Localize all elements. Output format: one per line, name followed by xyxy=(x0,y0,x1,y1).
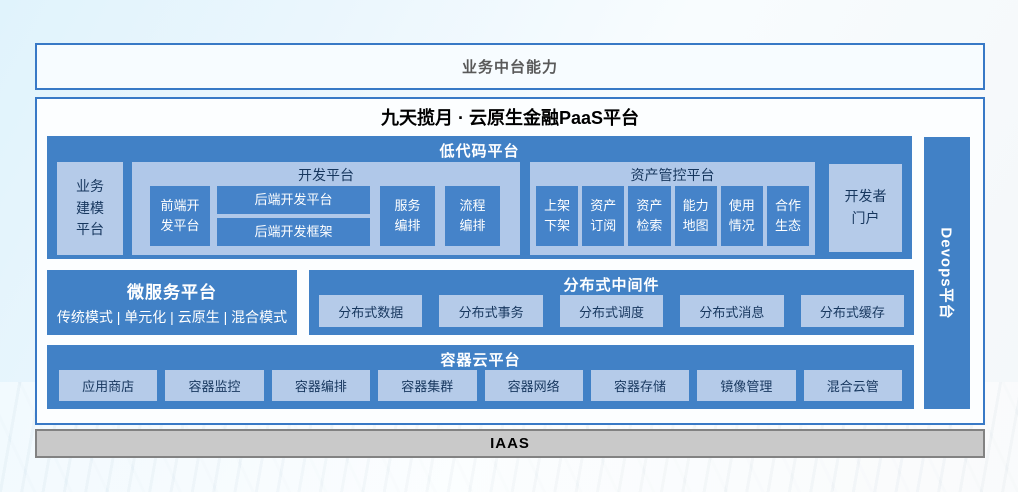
container-item-monitor: 容器监控 xyxy=(165,370,263,401)
devops-platform-bar: Devops平台 xyxy=(924,137,970,409)
middleware-item-scheduling: 分布式调度 xyxy=(560,295,663,327)
backend-framework-box: 后端开发框架 xyxy=(217,218,370,246)
service-orchestration-box: 服务 编排 xyxy=(380,186,435,246)
lowcode-platform-section: 低代码平台 业务 建模 平台 开发平台 前端开 发平台 后端开发平台 后端开发框… xyxy=(47,136,912,259)
asset-item-search: 资产 检索 xyxy=(628,186,670,246)
microservice-platform-section: 微服务平台 传统模式 | 单元化 | 云原生 | 混合模式 xyxy=(47,270,297,335)
developer-portal-box: 开发者 门户 xyxy=(829,164,902,252)
backend-platform-box: 后端开发平台 xyxy=(217,186,370,214)
asset-item-capability-map: 能力 地图 xyxy=(675,186,717,246)
container-item-storage: 容器存储 xyxy=(591,370,689,401)
asset-item-shelf: 上架 下架 xyxy=(536,186,578,246)
container-cloud-items: 应用商店 容器监控 容器编排 容器集群 容器网络 容器存储 镜像管理 混合云管 xyxy=(47,370,914,401)
container-cloud-title: 容器云平台 xyxy=(47,345,914,367)
asset-control-items: 上架 下架 资产 订阅 资产 检索 能力 地图 使用 情况 合作 生态 xyxy=(530,186,815,246)
container-item-network: 容器网络 xyxy=(485,370,583,401)
dev-platform-title: 开发平台 xyxy=(132,162,520,186)
business-midplatform-banner: 业务中台能力 xyxy=(35,43,985,90)
container-item-appstore: 应用商店 xyxy=(59,370,157,401)
container-item-cluster: 容器集群 xyxy=(378,370,476,401)
distributed-middleware-title: 分布式中间件 xyxy=(309,270,914,292)
devops-platform-label: Devops平台 xyxy=(937,227,958,319)
microservice-modes-label: 传统模式 | 单元化 | 云原生 | 混合模式 xyxy=(47,303,297,327)
paas-platform-container: 九天揽月 · 云原生金融PaaS平台 低代码平台 业务 建模 平台 开发平台 前… xyxy=(35,97,985,425)
iaas-label: IAAS xyxy=(490,435,530,452)
distributed-middleware-items: 分布式数据 分布式事务 分布式调度 分布式消息 分布式缓存 xyxy=(309,295,914,327)
frontend-dev-box: 前端开 发平台 xyxy=(150,186,210,246)
middleware-item-data: 分布式数据 xyxy=(319,295,422,327)
lowcode-platform-row: 业务 建模 平台 开发平台 前端开 发平台 后端开发平台 后端开发框架 服务 编… xyxy=(47,162,912,259)
business-midplatform-label: 业务中台能力 xyxy=(462,56,558,77)
asset-item-subscribe: 资产 订阅 xyxy=(582,186,624,246)
microservice-platform-title: 微服务平台 xyxy=(47,270,297,303)
distributed-middleware-section: 分布式中间件 分布式数据 分布式事务 分布式调度 分布式消息 分布式缓存 xyxy=(309,270,914,335)
container-cloud-section: 容器云平台 应用商店 容器监控 容器编排 容器集群 容器网络 容器存储 镜像管理… xyxy=(47,345,914,409)
middleware-item-transaction: 分布式事务 xyxy=(439,295,542,327)
business-modeling-box: 业务 建模 平台 xyxy=(57,162,123,255)
process-orchestration-box: 流程 编排 xyxy=(445,186,500,246)
iaas-bar: IAAS xyxy=(35,429,985,458)
container-item-image: 镜像管理 xyxy=(697,370,795,401)
dev-platform-items: 前端开 发平台 后端开发平台 后端开发框架 服务 编排 流程 编排 xyxy=(132,186,520,246)
platform-title: 九天揽月 · 云原生金融PaaS平台 xyxy=(37,104,983,130)
asset-control-panel: 资产管控平台 上架 下架 资产 订阅 资产 检索 能力 地图 使用 情况 合作 … xyxy=(530,162,815,255)
asset-item-ecosystem: 合作 生态 xyxy=(767,186,809,246)
container-item-orchestration: 容器编排 xyxy=(272,370,370,401)
lowcode-platform-title: 低代码平台 xyxy=(47,136,912,158)
backend-stack: 后端开发平台 后端开发框架 xyxy=(217,186,370,246)
middleware-item-cache: 分布式缓存 xyxy=(801,295,904,327)
asset-item-usage: 使用 情况 xyxy=(721,186,763,246)
container-item-hybrid: 混合云管 xyxy=(804,370,902,401)
asset-control-title: 资产管控平台 xyxy=(530,162,815,186)
dev-platform-panel: 开发平台 前端开 发平台 后端开发平台 后端开发框架 服务 编排 流程 编排 xyxy=(132,162,520,255)
middleware-item-message: 分布式消息 xyxy=(680,295,783,327)
